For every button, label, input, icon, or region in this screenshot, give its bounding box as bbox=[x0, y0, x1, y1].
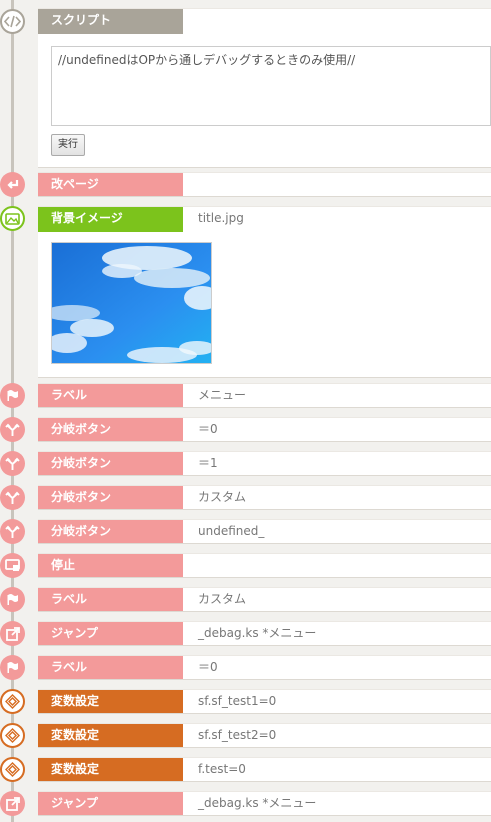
script-block[interactable]: スクリプト //undefinedはOPから通しデバッグするときのみ使用// 実… bbox=[38, 8, 491, 168]
jump-icon[interactable] bbox=[0, 791, 25, 816]
jump-icon[interactable] bbox=[0, 621, 25, 646]
command-row[interactable]: 変数設定 f.test=0 bbox=[38, 757, 491, 782]
command-label: 改ページ bbox=[38, 173, 183, 196]
command-label: 分岐ボタン bbox=[38, 452, 183, 475]
command-row[interactable]: 分岐ボタン undefined_ bbox=[38, 519, 491, 544]
command-value: メニュー bbox=[198, 388, 247, 402]
command-label: ラベル bbox=[38, 656, 183, 679]
command-label: 変数設定 bbox=[38, 724, 183, 747]
command-label: 変数設定 bbox=[38, 690, 183, 713]
command-row[interactable]: 分岐ボタン ＝0 bbox=[38, 417, 491, 442]
script-label: スクリプト bbox=[38, 9, 183, 34]
command-label: 変数設定 bbox=[38, 758, 183, 781]
command-value: カスタム bbox=[198, 490, 247, 504]
command-value: ＝0 bbox=[198, 660, 218, 674]
command-row[interactable]: ラベル メニュー bbox=[38, 383, 491, 408]
command-row[interactable]: 変数設定 sf.sf_test2=0 bbox=[38, 723, 491, 748]
variable-icon[interactable] bbox=[0, 757, 25, 782]
command-row[interactable]: 分岐ボタン カスタム bbox=[38, 485, 491, 510]
command-value: ＝0 bbox=[198, 422, 218, 436]
command-value: ＝1 bbox=[198, 456, 218, 470]
command-value: f.test=0 bbox=[198, 762, 246, 776]
flag-icon[interactable] bbox=[0, 655, 25, 680]
flag-icon[interactable] bbox=[0, 587, 25, 612]
command-value: sf.sf_test1=0 bbox=[198, 694, 277, 708]
command-row[interactable]: 分岐ボタン ＝1 bbox=[38, 451, 491, 476]
background-thumbnail[interactable] bbox=[51, 242, 212, 364]
branch-icon[interactable] bbox=[0, 417, 25, 442]
command-value: title.jpg bbox=[198, 211, 244, 225]
branch-icon[interactable] bbox=[0, 519, 25, 544]
command-row[interactable]: ラベル カスタム bbox=[38, 587, 491, 612]
command-label: ラベル bbox=[38, 384, 183, 407]
command-row[interactable]: ジャンプ _debag.ks *メニュー bbox=[38, 791, 491, 816]
image-icon[interactable] bbox=[0, 206, 25, 231]
flag-icon[interactable] bbox=[0, 383, 25, 408]
command-label: 分岐ボタン bbox=[38, 486, 183, 509]
code-icon[interactable] bbox=[0, 9, 25, 34]
command-label: 停止 bbox=[38, 554, 183, 577]
run-button[interactable]: 実行 bbox=[51, 134, 85, 156]
command-label: 分岐ボタン bbox=[38, 520, 183, 543]
branch-icon[interactable] bbox=[0, 485, 25, 510]
background-block[interactable]: 背景イメージ title.jpg bbox=[38, 206, 491, 378]
command-label: 分岐ボタン bbox=[38, 418, 183, 441]
variable-icon[interactable] bbox=[0, 723, 25, 748]
command-value: sf.sf_test2=0 bbox=[198, 728, 277, 742]
command-row[interactable]: ラベル ＝0 bbox=[38, 655, 491, 680]
command-row[interactable]: ジャンプ _debag.ks *メニュー bbox=[38, 621, 491, 646]
command-label: ラベル bbox=[38, 588, 183, 611]
stop-icon[interactable] bbox=[0, 553, 25, 578]
command-row[interactable]: 停止 bbox=[38, 553, 491, 578]
command-label: ジャンプ bbox=[38, 792, 183, 815]
command-value: _debag.ks *メニュー bbox=[198, 796, 317, 810]
command-row[interactable]: 変数設定 sf.sf_test1=0 bbox=[38, 689, 491, 714]
script-code-input[interactable]: //undefinedはOPから通しデバッグするときのみ使用// bbox=[51, 46, 491, 126]
command-value: undefined_ bbox=[198, 524, 265, 538]
command-value: カスタム bbox=[198, 592, 247, 606]
command-label: ジャンプ bbox=[38, 622, 183, 645]
page-break-icon[interactable] bbox=[0, 172, 25, 197]
command-value: _debag.ks *メニュー bbox=[198, 626, 317, 640]
command-row[interactable]: 改ページ bbox=[38, 172, 491, 197]
variable-icon[interactable] bbox=[0, 689, 25, 714]
command-label: 背景イメージ bbox=[38, 207, 183, 232]
branch-icon[interactable] bbox=[0, 451, 25, 476]
